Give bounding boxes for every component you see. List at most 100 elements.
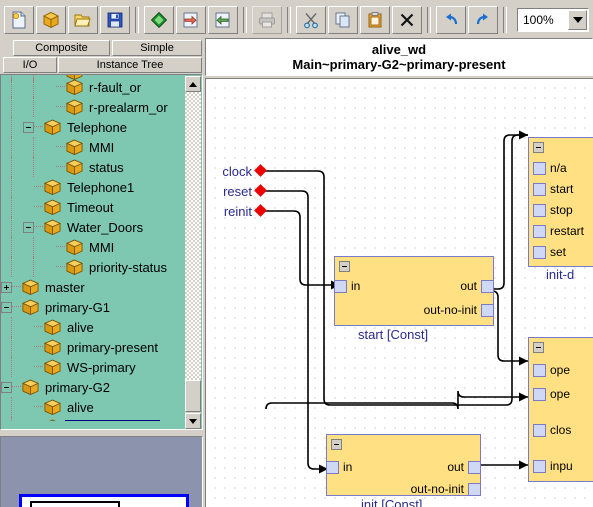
redo-button[interactable] [468,6,498,34]
tree-node[interactable]: primary-G2 [1,377,185,397]
port-label-out-no-init: out-no-init [410,482,464,496]
tree-node[interactable]: primary-G1 [1,297,185,317]
tree-node[interactable]: r-fault_or [1,77,185,97]
tree-connector-line [34,186,43,188]
diagram-canvas[interactable]: clock reset reinit in out out-no-init st… [206,79,593,507]
open-button[interactable] [68,6,98,34]
block-init-d[interactable]: n/a start stop restart set [528,137,593,267]
collapse-minus-icon[interactable] [331,439,342,450]
overview-viewport-rect[interactable] [19,494,189,507]
collapse-minus-icon[interactable] [339,261,350,272]
tree-node[interactable]: master [1,277,185,297]
input-port-na[interactable] [533,162,546,175]
scroll-up-arrow-icon [189,81,197,87]
input-port-set[interactable] [533,246,546,259]
compile-button[interactable] [144,6,174,34]
diagram-canvas-scroll[interactable]: clock reset reinit in out out-no-init st… [205,78,593,507]
tree-node[interactable]: Telephone1 [1,177,185,197]
yellow-cube-icon [43,179,62,195]
input-port-stop[interactable] [533,204,546,217]
block-start-const[interactable]: in out out-no-init [334,256,494,326]
input-port-ope-2[interactable] [533,388,546,401]
block-clipped-right[interactable]: ope ope clos inpu [528,337,593,482]
tree-scroll-up-button[interactable] [185,76,201,92]
tree-toggle-collapse[interactable] [23,121,34,133]
tree-toggle-collapse[interactable] [1,381,12,393]
export-button[interactable] [176,6,206,34]
tree-node-label: alive [67,319,94,335]
import-button[interactable] [208,6,238,34]
copy-pages-icon [335,12,350,28]
tree-node-selected[interactable]: primary-present [1,417,185,421]
output-port-out[interactable] [468,461,481,474]
input-port-inpu[interactable] [533,460,546,473]
tree-connector-line [12,286,21,288]
input-port-start[interactable] [533,183,546,196]
collapse-minus-icon[interactable] [533,142,544,153]
port-label-in: in [351,279,361,293]
tree-node[interactable]: alive [1,397,185,417]
tree-node[interactable]: Telephone [1,117,185,137]
output-port-out-no-init[interactable] [481,304,494,317]
tree-node[interactable]: alive [1,317,185,337]
tree-node[interactable]: MMI [1,237,185,257]
instance-tree-panel: r-fault_or r-prealarm_or Telephone MMI s… [0,74,203,430]
tab-simple[interactable]: Simple [112,40,202,56]
tree-node-label: primary-G2 [45,379,111,395]
print-button[interactable] [252,6,282,34]
overview-wire [118,501,120,507]
paste-button[interactable] [360,6,390,34]
tree-toggle-expand[interactable] [1,281,12,293]
new-component-button[interactable] [36,6,66,34]
undo-button[interactable] [436,6,466,34]
output-port-out-no-init[interactable] [468,483,481,496]
export-arrow-icon [183,12,198,28]
tree-toggle-collapse[interactable] [1,301,12,313]
tree-toggle-collapse[interactable] [23,221,34,233]
input-port-restart[interactable] [533,225,546,238]
yellow-cube-icon [43,219,62,235]
block-init-const[interactable]: in out out-no-init [326,434,481,496]
tree-node-label: primary-present [65,419,161,421]
open-folder-icon [74,14,91,27]
tree-node-label: alive [67,399,94,415]
tree-node[interactable]: priority-status [1,257,185,277]
tree-node[interactable]: WS-primary [1,357,185,377]
diagram-overview-panel[interactable] [0,436,203,507]
zoom-combobox[interactable]: 100% [517,8,589,32]
x-cross-icon [400,13,414,27]
delete-button[interactable] [392,6,422,34]
tree-node-label: r-prealarm_or [89,99,168,115]
tree-node[interactable]: r-prealarm_or [1,97,185,117]
input-port-in[interactable] [334,280,347,293]
input-port-ope-1[interactable] [533,364,546,377]
tree-node[interactable]: status [1,157,185,177]
tree-node-label: priority-status [89,259,168,275]
tree-node[interactable]: primary-present [1,337,185,357]
zoom-value: 100% [523,13,554,27]
tree-node[interactable]: MMI [1,137,185,157]
copy-button[interactable] [328,6,358,34]
cut-button[interactable] [296,6,326,34]
collapse-minus-icon[interactable] [533,342,544,353]
tree-node[interactable]: Water_Doors [1,217,185,237]
tree-vertical-scrollbar[interactable] [185,76,201,429]
tab-io[interactable]: I/O [3,57,57,73]
tree-scroll-thumb[interactable] [185,380,201,412]
zoom-dropdown-button[interactable] [568,10,587,30]
new-file-button[interactable] [4,6,34,34]
input-port-in[interactable] [326,461,339,474]
tree-node[interactable]: Timeout [1,197,185,217]
tab-instance-tree[interactable]: Instance Tree [58,57,202,73]
yellow-cube-icon [43,399,62,415]
tree-scroll-down-button[interactable] [185,413,201,429]
tab-composite[interactable]: Composite [13,40,110,56]
yellow-cube-icon [21,379,40,395]
tree-scroll-track[interactable] [185,92,201,380]
save-button[interactable] [100,6,130,34]
input-port-clos[interactable] [533,424,546,437]
instance-tree[interactable]: r-fault_or r-prealarm_or Telephone MMI s… [1,75,185,421]
yellow-cube-icon [21,279,40,295]
tree-connector-line [34,346,43,348]
output-port-out[interactable] [481,280,494,293]
